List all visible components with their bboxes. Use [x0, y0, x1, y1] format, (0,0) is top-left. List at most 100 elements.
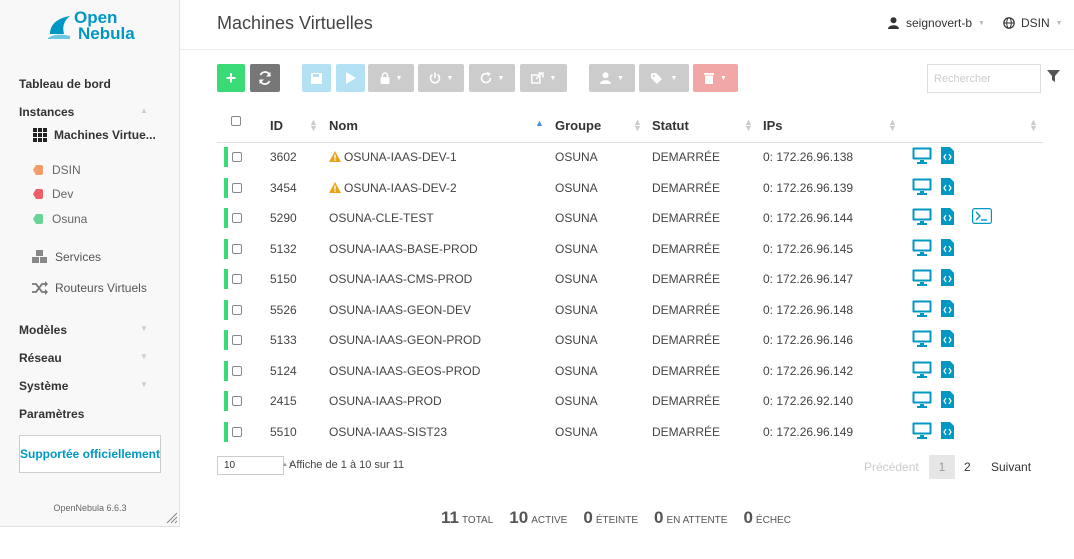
- vnc-monitor-icon[interactable]: [912, 239, 932, 259]
- table-row[interactable]: 3602 OSUNA-IAAS-DEV-1 OSUNA DEMARRÉE 0: 172.…: [217, 142, 1043, 172]
- select-all-checkbox[interactable]: [231, 116, 241, 126]
- pagination-page-1[interactable]: 1: [929, 455, 955, 479]
- summary-failed: 0 ÉCHEC: [743, 508, 790, 528]
- code-file-icon[interactable]: [941, 360, 954, 381]
- refresh-button[interactable]: [250, 64, 280, 92]
- table-row[interactable]: 5150 OSUNA-IAAS-CMS-PROD OSUNA DEMARRÉE 0: 1…: [217, 264, 1043, 294]
- delete-dropdown-button[interactable]: ▼: [693, 64, 738, 92]
- row-checkbox[interactable]: [232, 426, 242, 437]
- resize-grip-icon[interactable]: [164, 510, 178, 524]
- vm-name-cell: OSUNA-IAAS-GEON-PROD: [329, 333, 481, 347]
- vm-id: 3454: [270, 180, 297, 195]
- code-file-icon[interactable]: [941, 208, 954, 228]
- table-row[interactable]: 5133 OSUNA-IAAS-GEON-PROD OSUNA DEMARRÉE 0: …: [217, 325, 1043, 355]
- opennebula-logo[interactable]: Open Nebula: [48, 9, 138, 46]
- vnc-monitor-icon[interactable]: [912, 361, 932, 381]
- sidebar-tag-dev[interactable]: Dev: [33, 187, 73, 201]
- summary-label: TOTAL: [461, 515, 494, 526]
- table-row[interactable]: 2415 OSUNA-IAAS-PROD OSUNA DEMARRÉE 0: 172.2…: [217, 386, 1043, 416]
- column-header-name[interactable]: Nom: [329, 118, 358, 133]
- search-input[interactable]: [927, 64, 1041, 93]
- user-menu[interactable]: seignovert-b ▼: [888, 16, 985, 30]
- vm-group: OSUNA: [555, 424, 598, 439]
- column-header-id[interactable]: ID: [270, 118, 283, 133]
- pagination-page-2[interactable]: 2: [964, 460, 971, 474]
- vnc-monitor-icon[interactable]: [912, 178, 932, 198]
- row-checkbox[interactable]: [232, 335, 242, 345]
- column-header-group[interactable]: Groupe: [555, 118, 601, 133]
- sidebar-item-instances[interactable]: Instances: [19, 105, 74, 119]
- sidebar-tag-osuna[interactable]: Osuna: [33, 212, 87, 226]
- sidebar-item-dashboard[interactable]: Tableau de bord: [19, 77, 111, 91]
- column-header-status[interactable]: Statut: [652, 118, 689, 133]
- sidebar-item-vrouters[interactable]: Routeurs Virtuels: [32, 281, 147, 295]
- support-link[interactable]: Supportée officiellement: [19, 435, 161, 473]
- row-checkbox[interactable]: [232, 274, 242, 284]
- vm-status: DEMARRÉE: [652, 363, 721, 378]
- filter-icon[interactable]: [1047, 70, 1060, 82]
- cubes-icon: [32, 250, 48, 264]
- sidebar-item-services[interactable]: Services: [32, 250, 101, 264]
- vnc-monitor-icon[interactable]: [912, 391, 932, 411]
- sidebar-item-vms[interactable]: Machines Virtue...: [33, 128, 156, 142]
- code-file-icon[interactable]: [941, 177, 954, 198]
- sidebar-item-system[interactable]: Système: [19, 379, 68, 393]
- table-row[interactable]: 5510 OSUNA-IAAS-SIST23 OSUNA DEMARRÉE 0: 172…: [217, 417, 1043, 447]
- row-checkbox[interactable]: [232, 152, 242, 162]
- code-file-icon[interactable]: [941, 238, 954, 259]
- row-checkbox[interactable]: [232, 213, 242, 223]
- vnc-monitor-icon[interactable]: [912, 269, 932, 289]
- vnc-monitor-icon[interactable]: [912, 147, 932, 167]
- code-file-icon[interactable]: [941, 269, 954, 289]
- vnc-monitor-icon[interactable]: [912, 208, 932, 228]
- page-size-select[interactable]: 10: [217, 456, 284, 475]
- vnc-monitor-icon[interactable]: [912, 300, 932, 320]
- lock-dropdown-button[interactable]: ▼: [368, 64, 414, 92]
- reboot-dropdown-button[interactable]: ▼: [469, 64, 515, 92]
- code-file-icon[interactable]: [941, 330, 954, 350]
- row-checkbox[interactable]: [232, 243, 242, 254]
- vnc-monitor-icon[interactable]: [912, 422, 932, 442]
- vm-id: 5510: [270, 424, 297, 439]
- tags-dropdown-button[interactable]: ▼: [639, 64, 689, 92]
- warning-icon: [329, 181, 341, 196]
- save-icon: [311, 72, 322, 84]
- table-row[interactable]: 5290 OSUNA-CLE-TEST OSUNA DEMARRÉE 0: 172.26…: [217, 203, 1043, 233]
- power-dropdown-button[interactable]: ▼: [418, 64, 464, 92]
- create-button[interactable]: +: [217, 64, 245, 92]
- vnc-monitor-icon[interactable]: [912, 330, 932, 350]
- share-dropdown-button[interactable]: ▼: [520, 64, 567, 92]
- row-checkbox[interactable]: [232, 365, 242, 376]
- table-row[interactable]: 5124 OSUNA-IAAS-GEOS-PROD OSUNA DEMARRÉE 0: …: [217, 356, 1043, 386]
- code-file-icon[interactable]: [941, 299, 954, 320]
- play-icon: [345, 72, 356, 84]
- code-file-icon[interactable]: [941, 421, 954, 442]
- pagination-next[interactable]: Suivant: [991, 460, 1031, 474]
- code-file-icon[interactable]: [941, 391, 954, 411]
- sidebar-item-label: Machines Virtue...: [54, 128, 156, 142]
- row-checkbox[interactable]: [232, 304, 242, 315]
- column-header-ips[interactable]: IPs: [763, 118, 783, 133]
- row-actions: [912, 421, 954, 442]
- sidebar-item-templates[interactable]: Modèles: [19, 323, 67, 337]
- row-checkbox[interactable]: [232, 182, 242, 193]
- user-dropdown-button[interactable]: ▼: [589, 64, 635, 92]
- sidebar-tag-dsin[interactable]: DSIN: [33, 163, 81, 177]
- group-menu[interactable]: DSIN ▼: [1003, 16, 1063, 30]
- version-label: OpenNebula 6.6.3: [53, 503, 127, 513]
- table-row[interactable]: 5132 OSUNA-IAAS-BASE-PROD OSUNA DEMARRÉE 0: …: [217, 234, 1043, 264]
- terminal-icon[interactable]: [972, 208, 992, 228]
- code-file-icon[interactable]: [941, 147, 954, 167]
- table-row[interactable]: 3454 OSUNA-IAAS-DEV-2 OSUNA DEMARRÉE 0: 172.…: [217, 173, 1043, 203]
- tag-icon: [33, 189, 43, 199]
- sidebar-item-network[interactable]: Réseau: [19, 351, 62, 365]
- sidebar-item-settings[interactable]: Paramètres: [19, 407, 84, 421]
- play-button[interactable]: [336, 64, 365, 92]
- vm-summary: 11 TOTAL 10 ACTIVE 0 ÉTEINTE 0 EN ATTENTE 0É…: [441, 508, 791, 528]
- vm-name-cell: OSUNA-IAAS-SIST23: [329, 425, 447, 439]
- save-button[interactable]: [302, 64, 331, 92]
- pagination-previous[interactable]: Précédent: [864, 460, 919, 474]
- row-checkbox[interactable]: [232, 396, 242, 406]
- vm-name-cell: OSUNA-IAAS-BASE-PROD: [329, 242, 478, 256]
- table-row[interactable]: 5526 OSUNA-IAAS-GEON-DEV OSUNA DEMARRÉE 0: 1…: [217, 295, 1043, 325]
